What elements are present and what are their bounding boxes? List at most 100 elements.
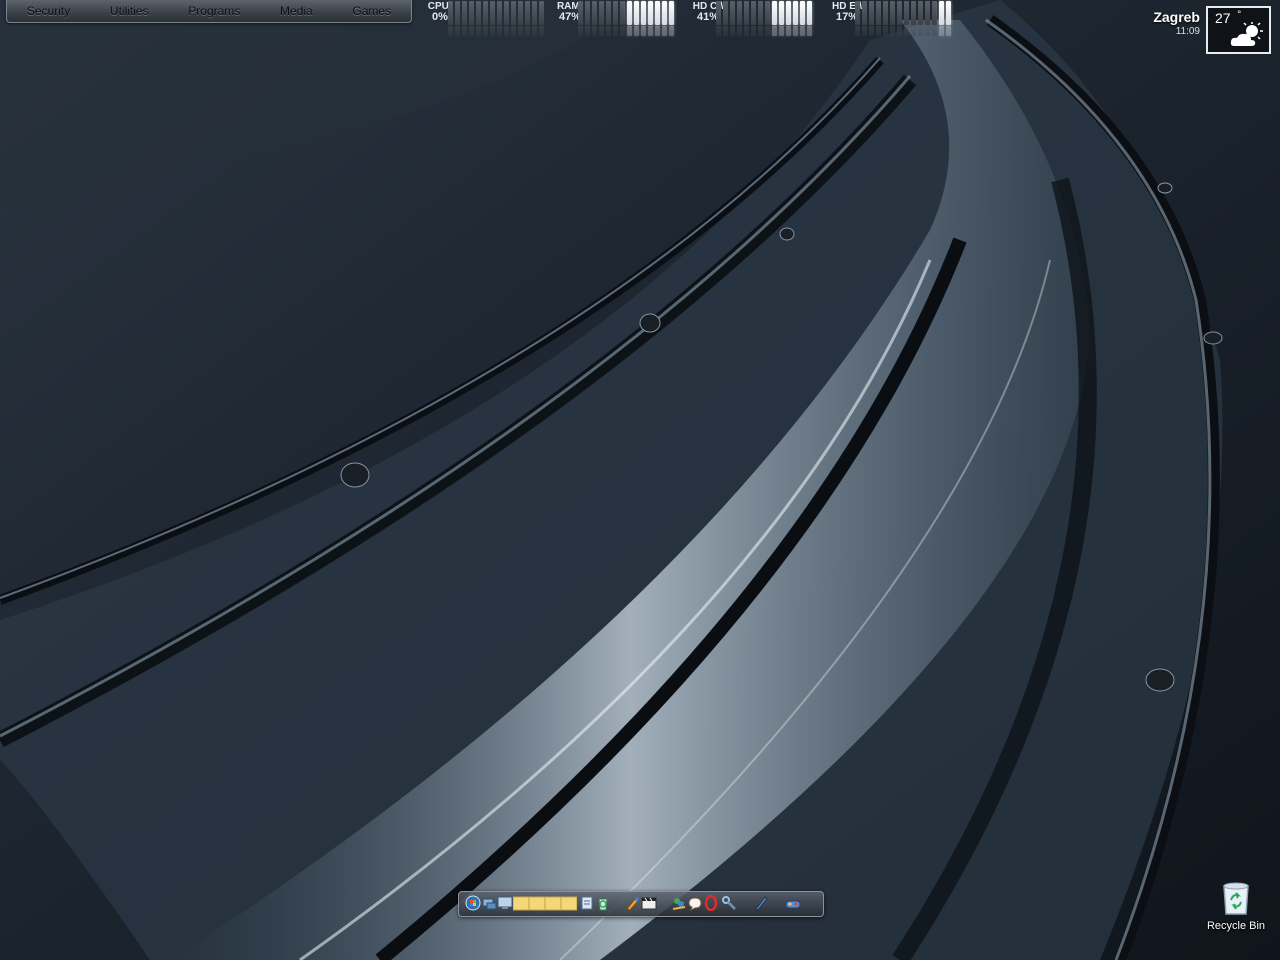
network-icon[interactable] [481,895,497,911]
meter-segment [490,26,495,36]
meter-segment [599,26,604,36]
cpu-bars-reflection [448,26,544,38]
menu-utilities[interactable]: Utilities [104,4,155,18]
chat-icon[interactable] [687,895,703,911]
meter-segment [504,26,509,36]
meter-segment [662,1,667,25]
hde-bars [855,1,951,25]
degree-symbol: ° [1237,10,1242,20]
meter-segment [641,1,646,25]
folder-icon[interactable] [512,895,530,911]
meter-segment [758,26,763,36]
hdc-meter: HD C:\ 41% [686,0,818,36]
pen-icon[interactable] [753,895,769,911]
start-orb-icon[interactable] [465,895,481,911]
meter-segment [932,1,937,25]
cpu-meter: CPU: 0% [418,0,550,36]
folder-icon[interactable] [560,895,578,911]
meter-segment [883,1,888,25]
meter-segment [946,26,951,36]
ram-bars [578,1,674,25]
meter-segment [599,1,604,25]
weather-temperature: 27 [1215,10,1231,26]
menu-programs[interactable]: Programs [182,4,246,18]
notepad-icon[interactable] [579,895,595,911]
meter-segment [525,26,530,36]
quick-launch-dock [458,891,824,917]
recycle-bin-label: Recycle Bin [1206,920,1266,932]
meter-segment [648,1,653,25]
meter-segment [613,1,618,25]
menu-media[interactable]: Media [274,4,319,18]
folder-icon[interactable] [528,895,546,911]
meter-segment [751,26,756,36]
meter-segment [876,26,881,36]
meter-segment [634,26,639,36]
meter-segment [786,26,791,36]
weather-city: Zagreb [1153,9,1200,25]
meter-segment [641,26,646,36]
meter-segment [779,1,784,25]
meter-segment [737,26,742,36]
cpu-bars [448,1,544,25]
meter-segment [751,1,756,25]
meter-segment [862,1,867,25]
clock-time: 11:09 [1175,26,1200,37]
meter-segment [539,26,544,36]
meter-segment [716,26,721,36]
media-center-icon[interactable] [641,895,657,911]
hde-meter: HD E:\ 17% [825,0,957,36]
menu-security[interactable]: Security [21,4,76,18]
computer-icon[interactable] [497,895,513,911]
folder-icon[interactable] [544,895,562,911]
meter-segment [620,26,625,36]
meter-segment [800,1,805,25]
meter-segment [932,26,937,36]
meter-segment [862,26,867,36]
opera-icon[interactable] [703,894,719,912]
meter-segment [655,1,660,25]
meter-segment [730,1,735,25]
weather-widget[interactable]: 27 ° [1206,6,1271,54]
tools-icon[interactable] [721,895,737,911]
meter-segment [807,1,812,25]
meter-segment [890,26,895,36]
meter-segment [585,1,590,25]
games-icon[interactable] [785,895,801,911]
meter-segment [497,1,502,25]
meter-segment [669,26,674,36]
meter-segment [518,1,523,25]
meter-segment [613,26,618,36]
meter-segment [476,26,481,36]
paint-icon[interactable] [625,895,641,911]
meter-segment [758,1,763,25]
meter-segment [765,1,770,25]
meter-segment [518,26,523,36]
recycle-bin-desktop-icon[interactable]: Recycle Bin [1204,880,1268,936]
meter-segment [904,26,909,36]
meter-segment [525,1,530,25]
meter-segment [592,26,597,36]
meter-segment [448,26,453,36]
meter-segment [765,26,770,36]
meter-segment [772,1,777,25]
meter-segment [585,26,590,36]
meter-segment [897,26,902,36]
meter-segment [455,1,460,25]
menu-games[interactable]: Games [346,4,397,18]
meter-segment [462,1,467,25]
hdc-bars [716,1,812,25]
meter-segment [918,1,923,25]
meter-segment [918,26,923,36]
meter-segment [532,26,537,36]
recycle-bin-icon [1223,882,1249,915]
meter-segment [897,1,902,25]
ram-bars-reflection [578,26,674,38]
meter-segment [855,1,860,25]
meter-segment [648,26,653,36]
meter-segment [869,26,874,36]
recycle-icon[interactable] [595,895,611,911]
messenger-icon[interactable] [671,895,687,911]
meter-segment [532,1,537,25]
meter-segment [511,26,516,36]
